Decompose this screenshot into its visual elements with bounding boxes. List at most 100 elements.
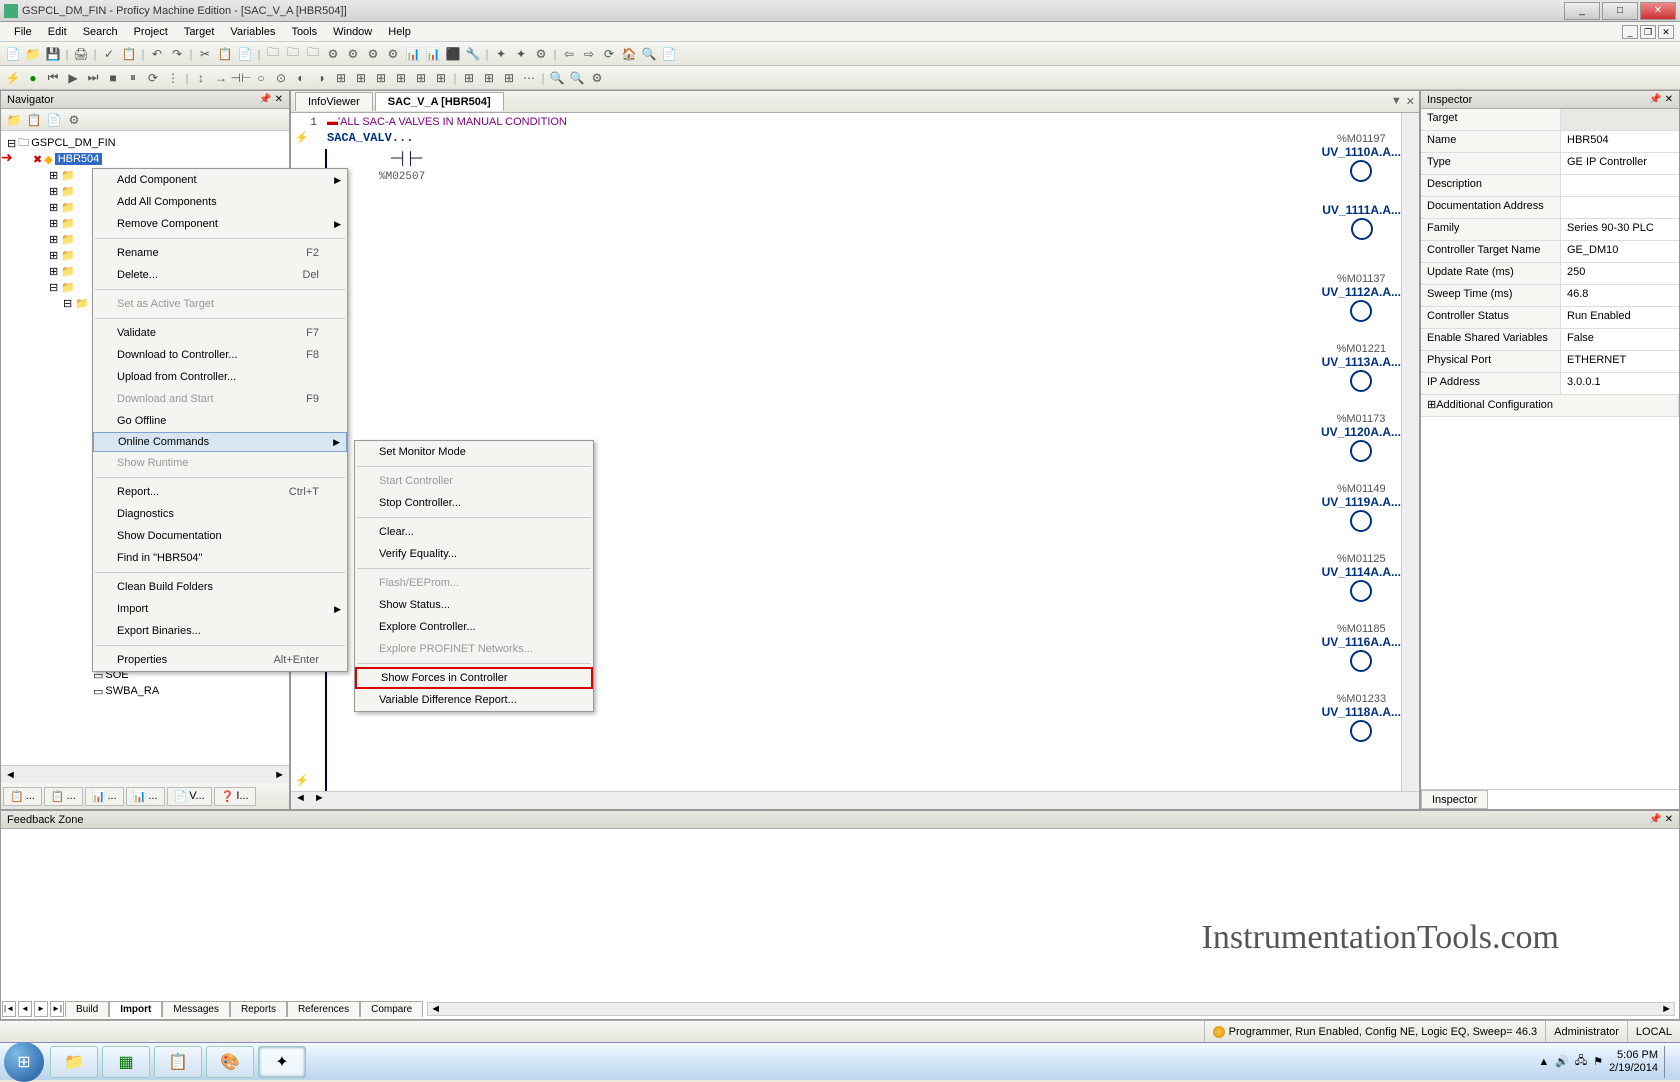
menu-item[interactable]: PropertiesAlt+Enter (93, 649, 347, 671)
tool-icon[interactable]: ↕ (192, 69, 210, 87)
property-value[interactable]: Series 90-30 PLC (1561, 219, 1679, 240)
nav-scroll-h[interactable]: ◄► (1, 765, 289, 783)
nav-tab[interactable]: ❓I... (214, 787, 256, 806)
tool-icon[interactable]: ⊞ (432, 69, 450, 87)
tool-icon[interactable]: 🗀 (304, 45, 322, 63)
tool-icon[interactable]: 📊 (404, 45, 422, 63)
tool-icon[interactable]: ⟳ (144, 69, 162, 87)
menu-item[interactable]: Show Forces in Controller (355, 667, 593, 689)
menu-item[interactable]: Add All Components (93, 191, 347, 213)
menu-item[interactable]: Explore Controller... (355, 616, 593, 638)
menu-item[interactable]: Clear... (355, 521, 593, 543)
menu-item[interactable]: Add Component▶ (93, 169, 347, 191)
tool-icon[interactable]: ● (24, 69, 42, 87)
tray-volume-icon[interactable]: 🔊 (1555, 1055, 1569, 1068)
nav-tab[interactable]: 📊... (126, 787, 165, 806)
tool-icon[interactable]: ⊞ (392, 69, 410, 87)
tool-icon[interactable]: 📋 (120, 45, 138, 63)
menu-item[interactable]: Show Documentation (93, 525, 347, 547)
menu-item[interactable]: Diagnostics (93, 503, 347, 525)
contact-symbol[interactable]: ─┤├─ (391, 151, 422, 166)
property-value[interactable]: ETHERNET (1561, 351, 1679, 372)
tool-icon[interactable]: ⊞ (352, 69, 370, 87)
menu-item[interactable]: Download to Controller...F8 (93, 344, 347, 366)
tool-icon[interactable]: 📄 (45, 111, 63, 129)
menu-item[interactable]: Show Status... (355, 594, 593, 616)
tool-icon[interactable]: 🔍 (568, 69, 586, 87)
tray-network-icon[interactable]: 🖧 (1575, 1052, 1587, 1071)
tool-icon[interactable]: 🗀 (284, 45, 302, 63)
tool-icon[interactable]: ⚙ (384, 45, 402, 63)
tool-icon[interactable]: ⊣⊢ (232, 69, 250, 87)
menu-item[interactable]: Clean Build Folders (93, 576, 347, 598)
tool-icon[interactable]: 🖨 (72, 45, 90, 63)
tree-leaf[interactable]: ▭ SWBA_RA (3, 683, 287, 699)
tool-icon[interactable]: ↷ (168, 45, 186, 63)
property-value[interactable]: GE_DM10 (1561, 241, 1679, 262)
inspector-tab[interactable]: Inspector (1421, 790, 1488, 809)
tool-icon[interactable]: ⊙ (272, 69, 290, 87)
tab-nav-prev[interactable]: ◄ (18, 1001, 32, 1017)
tool-icon[interactable]: 🔧 (464, 45, 482, 63)
editor-scroll-v[interactable] (1401, 113, 1419, 791)
menu-variables[interactable]: Variables (222, 24, 283, 40)
tool-icon[interactable]: ⏸ (124, 69, 142, 87)
mdi-minimize-button[interactable]: _ (1622, 25, 1638, 39)
menu-item[interactable]: RenameF2 (93, 242, 347, 264)
tool-icon[interactable]: 🔍 (548, 69, 566, 87)
minimize-button[interactable]: _ (1564, 2, 1600, 20)
property-row[interactable]: FamilySeries 90-30 PLC (1421, 219, 1679, 241)
tool-icon[interactable]: 📄 (660, 45, 678, 63)
menu-edit[interactable]: Edit (40, 24, 75, 40)
tool-icon[interactable]: → (212, 69, 230, 87)
maximize-button[interactable]: □ (1602, 2, 1638, 20)
tool-icon[interactable]: 📄 (4, 45, 22, 63)
property-value[interactable]: 250 (1561, 263, 1679, 284)
feedback-tab-messages[interactable]: Messages (162, 1001, 230, 1017)
tool-icon[interactable]: ⊞ (412, 69, 430, 87)
property-value[interactable]: False (1561, 329, 1679, 350)
panel-pin-icon[interactable]: 📌 ✕ (259, 94, 283, 105)
tool-icon[interactable]: ⇨ (580, 45, 598, 63)
menu-item[interactable]: Delete...Del (93, 264, 347, 286)
tool-icon[interactable]: ✓ (100, 45, 118, 63)
tool-icon[interactable]: ⊞ (332, 69, 350, 87)
menu-search[interactable]: Search (75, 24, 126, 40)
nav-tab[interactable]: 📋... (44, 787, 83, 806)
inspector-group-header[interactable]: Target (1421, 109, 1679, 131)
menu-project[interactable]: Project (126, 24, 176, 40)
tool-icon[interactable]: ⚙ (65, 111, 83, 129)
tool-icon[interactable]: ⇦ (560, 45, 578, 63)
panel-pin-icon[interactable]: 📌 ✕ (1649, 94, 1673, 105)
tray-up-icon[interactable]: ▲ (1538, 1056, 1549, 1068)
show-desktop-button[interactable] (1664, 1046, 1672, 1078)
tool-icon[interactable]: 🏠 (620, 45, 638, 63)
tool-icon[interactable]: ⚙ (344, 45, 362, 63)
tab-dropdown-icon[interactable]: ▼ (1391, 95, 1402, 108)
property-row[interactable]: Enable Shared VariablesFalse (1421, 329, 1679, 351)
tool-icon[interactable]: ⚙ (588, 69, 606, 87)
menu-item[interactable]: Set Monitor Mode (355, 441, 593, 463)
coil[interactable]: %M01173UV_1120A.A... (1321, 413, 1401, 463)
tool-icon[interactable]: ⬛ (444, 45, 462, 63)
property-row[interactable]: Update Rate (ms)250 (1421, 263, 1679, 285)
expand-icon[interactable]: ⊟ (7, 137, 16, 150)
property-value[interactable]: 46.8 (1561, 285, 1679, 306)
property-value[interactable]: Run Enabled (1561, 307, 1679, 328)
tool-icon[interactable]: ⊞ (460, 69, 478, 87)
start-button[interactable]: ⊞ (4, 1042, 44, 1082)
coil[interactable]: %M01185UV_1116A.A... (1322, 623, 1401, 673)
tool-icon[interactable]: 📋 (216, 45, 234, 63)
coil[interactable]: %M01149UV_1119A.A... (1322, 483, 1401, 533)
editor-tab-sac[interactable]: SAC_V_A [HBR504] (375, 92, 504, 111)
coil[interactable]: %M01197UV_1110A.A... (1322, 133, 1401, 183)
tool-icon[interactable]: ⚙ (532, 45, 550, 63)
taskbar-proficy[interactable]: ✦ (258, 1046, 306, 1078)
feedback-tab-reports[interactable]: Reports (230, 1001, 287, 1017)
menu-target[interactable]: Target (176, 24, 223, 40)
menu-item[interactable]: Verify Equality... (355, 543, 593, 565)
property-row[interactable]: Controller Target NameGE_DM10 (1421, 241, 1679, 263)
tool-icon[interactable]: ✦ (512, 45, 530, 63)
menu-item[interactable]: Import▶ (93, 598, 347, 620)
property-value[interactable] (1561, 197, 1679, 218)
